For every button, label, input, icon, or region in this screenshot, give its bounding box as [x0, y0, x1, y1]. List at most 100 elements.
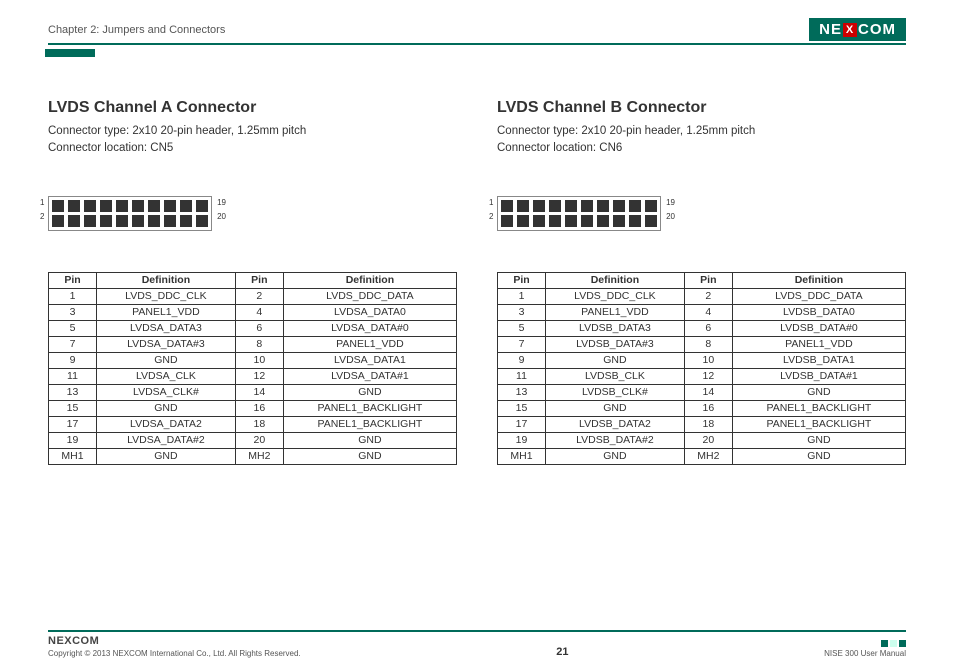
cell-pin: 14: [684, 384, 732, 400]
table-row: 3PANEL1_VDD4LVDSA_DATA0: [49, 304, 457, 320]
section-b-title: LVDS Channel B Connector: [497, 99, 906, 117]
pin-square-icon: [164, 215, 176, 227]
cell-pin: 18: [235, 416, 283, 432]
cell-pin: 8: [235, 336, 283, 352]
pin-square-icon: [629, 200, 641, 212]
cell-pin: 19: [49, 432, 97, 448]
table-row: 3PANEL1_VDD4LVDSB_DATA0: [498, 304, 906, 320]
section-a-conn-type: Connector type: 2x10 20-pin header, 1.25…: [48, 123, 457, 140]
pinout-body-a: 1LVDS_DDC_CLK2LVDS_DDC_DATA3PANEL1_VDD4L…: [49, 288, 457, 464]
copyright-text: Copyright © 2013 NEXCOM International Co…: [48, 649, 301, 658]
cell-definition: LVDSA_DATA0: [283, 304, 456, 320]
cell-definition: LVDSA_DATA#2: [97, 432, 236, 448]
pin-square-icon: [517, 215, 529, 227]
table-row: 5LVDSA_DATA36LVDSA_DATA#0: [49, 320, 457, 336]
pinout-table-b: Pin Definition Pin Definition 1LVDS_DDC_…: [497, 272, 906, 465]
table-row: 5LVDSB_DATA36LVDSB_DATA#0: [498, 320, 906, 336]
cell-definition: LVDSA_DATA#3: [97, 336, 236, 352]
connector-a-diagram: 1 2 19 20: [48, 196, 457, 232]
pin-label-19: 19: [666, 198, 675, 207]
cell-definition: LVDSB_CLK#: [546, 384, 685, 400]
brand-text-after: COM: [858, 21, 896, 38]
cell-definition: LVDSA_DATA1: [283, 352, 456, 368]
th-pin: Pin: [235, 272, 283, 288]
table-row: 7LVDSB_DATA#38PANEL1_VDD: [498, 336, 906, 352]
pin-square-icon: [501, 215, 513, 227]
cell-definition: LVDS_DDC_CLK: [97, 288, 236, 304]
cell-pin: 16: [235, 400, 283, 416]
pin-square-icon: [52, 215, 64, 227]
pin-square-icon: [597, 200, 609, 212]
pin-square-icon: [549, 200, 561, 212]
page-footer: NEXCOM Copyright © 2013 NEXCOM Internati…: [48, 630, 906, 658]
cell-definition: GND: [283, 384, 456, 400]
cell-pin: 12: [684, 368, 732, 384]
th-def: Definition: [283, 272, 456, 288]
cell-pin: 20: [235, 432, 283, 448]
pin-square-icon: [613, 200, 625, 212]
pin-square-icon: [164, 200, 176, 212]
cell-definition: PANEL1_BACKLIGHT: [283, 400, 456, 416]
page-header: Chapter 2: Jumpers and Connectors NE X C…: [48, 18, 906, 45]
table-row: MH1GNDMH2GND: [49, 448, 457, 464]
pin-label-20: 20: [666, 212, 675, 221]
th-def: Definition: [546, 272, 685, 288]
pin-label-1: 1: [489, 198, 493, 207]
th-pin: Pin: [684, 272, 732, 288]
table-row: 15GND16PANEL1_BACKLIGHT: [49, 400, 457, 416]
cell-definition: LVDS_DDC_CLK: [546, 288, 685, 304]
cell-pin: 20: [684, 432, 732, 448]
pin-square-icon: [180, 215, 192, 227]
pin-square-icon: [132, 215, 144, 227]
cell-definition: LVDSB_DATA1: [732, 352, 905, 368]
pin-square-icon: [180, 200, 192, 212]
cell-pin: 14: [235, 384, 283, 400]
cell-pin: 17: [498, 416, 546, 432]
cell-pin: MH2: [684, 448, 732, 464]
cell-pin: 5: [49, 320, 97, 336]
section-b-conn-type: Connector type: 2x10 20-pin header, 1.25…: [497, 123, 906, 140]
cell-definition: LVDSB_DATA3: [546, 320, 685, 336]
pin-square-icon: [100, 200, 112, 212]
pin-label-1: 1: [40, 198, 44, 207]
tab-marker-icon: [45, 49, 95, 57]
table-row: 19LVDSA_DATA#220GND: [49, 432, 457, 448]
cell-definition: LVDSB_DATA2: [546, 416, 685, 432]
table-row: 9GND10LVDSA_DATA1: [49, 352, 457, 368]
cell-pin: 12: [235, 368, 283, 384]
pin-square-icon: [549, 215, 561, 227]
pin-square-icon: [565, 215, 577, 227]
pin-square-icon: [148, 200, 160, 212]
cell-definition: LVDSA_CLK: [97, 368, 236, 384]
table-row: 13LVDSB_CLK#14GND: [498, 384, 906, 400]
brand-logo: NE X COM: [809, 18, 906, 41]
cell-definition: PANEL1_BACKLIGHT: [283, 416, 456, 432]
cell-pin: 16: [684, 400, 732, 416]
cell-definition: PANEL1_VDD: [732, 336, 905, 352]
cell-definition: GND: [97, 352, 236, 368]
cell-pin: 13: [498, 384, 546, 400]
cell-pin: 9: [498, 352, 546, 368]
cell-definition: PANEL1_VDD: [97, 304, 236, 320]
cell-pin: 6: [235, 320, 283, 336]
cell-definition: LVDSA_DATA3: [97, 320, 236, 336]
section-a-title: LVDS Channel A Connector: [48, 99, 457, 117]
th-def: Definition: [97, 272, 236, 288]
cell-pin: 11: [49, 368, 97, 384]
cell-definition: PANEL1_BACKLIGHT: [732, 400, 905, 416]
channel-a-column: LVDS Channel A Connector Connector type:…: [48, 99, 457, 465]
content-area: LVDS Channel A Connector Connector type:…: [48, 99, 906, 465]
cell-definition: LVDSA_DATA#1: [283, 368, 456, 384]
cell-pin: 17: [49, 416, 97, 432]
cell-pin: 3: [498, 304, 546, 320]
brand-x-icon: X: [843, 23, 857, 37]
manual-name: NISE 300 User Manual: [824, 649, 906, 658]
connector-b-diagram: 1 2 19 20: [497, 196, 906, 232]
cell-pin: MH2: [235, 448, 283, 464]
table-row: 9GND10LVDSB_DATA1: [498, 352, 906, 368]
cell-definition: LVDSB_DATA#0: [732, 320, 905, 336]
pin-square-icon: [196, 200, 208, 212]
cell-definition: GND: [97, 448, 236, 464]
cell-pin: 10: [235, 352, 283, 368]
pin-square-icon: [629, 215, 641, 227]
